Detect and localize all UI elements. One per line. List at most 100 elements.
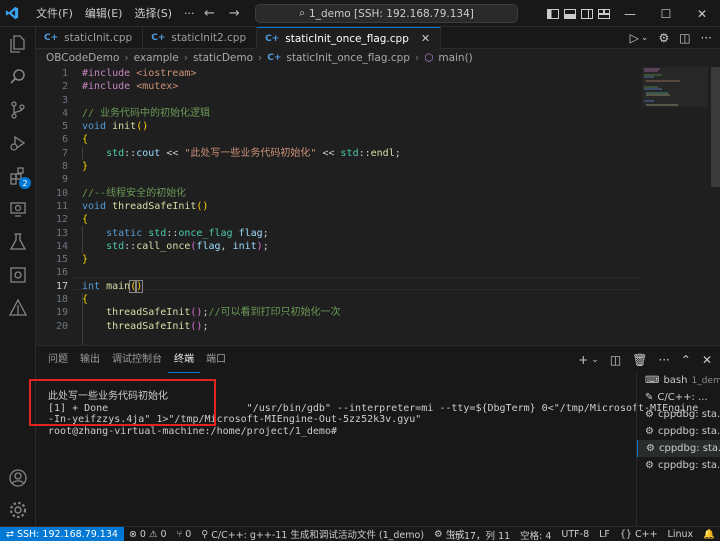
language-mode[interactable]: {} C++ — [615, 527, 663, 541]
toggle-secondary-sidebar-icon[interactable] — [578, 0, 595, 27]
terminal-list: ⌨ bash 1_demo ✎ C/C++: ... ⚙ cppdbg: sta… — [636, 372, 720, 527]
extensions-icon[interactable]: 2 — [0, 159, 36, 192]
menu-more[interactable]: ··· — [178, 0, 201, 27]
tab-debug-console[interactable]: 调试控制台 — [106, 346, 168, 373]
terminal-name: cppdbg: sta... — [657, 409, 720, 420]
run-debug-icon[interactable] — [0, 126, 36, 159]
tab-staticinit-once-flag[interactable]: C+ staticInit_once_flag.cpp ✕ — [257, 27, 442, 49]
close-icon[interactable]: ✕ — [684, 0, 720, 27]
toggle-sidebar-icon[interactable] — [544, 0, 561, 27]
tab-terminal[interactable]: 终端 — [168, 346, 200, 373]
line-number: 9 — [61, 174, 68, 186]
problems-status[interactable]: ⊗ 0 ⚠ 0 — [124, 527, 172, 541]
code-line: threadSafeInit();//可以看到打印只初始化一次 — [106, 307, 341, 319]
terminal-list-item[interactable]: ⚙ cppdbg: sta... — [637, 423, 720, 440]
source-control-icon[interactable] — [0, 93, 36, 126]
line-number: 4 — [61, 107, 68, 119]
terminal-list-item[interactable]: ⌨ bash 1_demo — [637, 372, 720, 389]
settings-icon[interactable]: ⚙ — [658, 31, 669, 45]
ports-status[interactable]: ⑂ 0 — [172, 527, 197, 541]
notifications-bell-icon[interactable]: 🔔 — [698, 527, 720, 541]
more-actions-icon[interactable]: ··· — [658, 353, 669, 367]
tab-problems[interactable]: 问题 — [42, 346, 74, 373]
editor-tabs: C+ staticInit.cpp C+ staticInit2.cpp C+ … — [36, 27, 720, 49]
scrollbar-thumb[interactable] — [711, 67, 720, 187]
split-terminal-icon[interactable]: ◫ — [610, 353, 621, 367]
tools-icon: ✎ — [645, 392, 654, 403]
menu-edit[interactable]: 编辑(E) — [79, 0, 129, 27]
bottom-panel: 问题 输出 调试控制台 终端 端口 + ⌄ ◫ 🗑 ··· ⌃ ✕ 此处写一些业… — [36, 345, 720, 527]
remote-label: SSH: 192.168.79.134 — [16, 528, 118, 540]
toggle-panel-icon[interactable] — [561, 0, 578, 27]
code-editor[interactable]: 1 2 3 4 5 6 7 8 9 10 11 12 13 14 15 16 1… — [36, 67, 640, 345]
line-number: 11 — [55, 200, 68, 212]
terminal-list-item[interactable]: ✎ C/C++: ... — [637, 389, 720, 406]
run-dropdown-chevron-icon[interactable]: ⌄ — [641, 33, 649, 43]
menu-file[interactable]: 文件(F) — [30, 0, 79, 27]
terminal-list-item[interactable]: ⚙ cppdbg: sta... — [637, 406, 720, 423]
breadcrumb-item[interactable]: main() — [438, 52, 472, 64]
encoding[interactable]: UTF-8 — [556, 527, 594, 541]
code-line: } — [82, 254, 89, 266]
breadcrumb-item[interactable]: staticDemo — [193, 52, 253, 64]
breadcrumb-item[interactable]: OBCodeDemo — [46, 52, 119, 64]
more-actions-icon[interactable]: ··· — [701, 31, 712, 45]
cpp-file-icon: C+ — [265, 33, 280, 44]
settings-gear-icon[interactable] — [0, 493, 36, 526]
maximize-icon[interactable]: ☐ — [648, 0, 684, 27]
terminal-name: cppdbg: sta... — [658, 443, 720, 454]
minimize-icon[interactable]: — — [612, 0, 648, 27]
terminal-dropdown-chevron-icon[interactable]: ⌄ — [591, 355, 599, 365]
debug-gear-icon: ⚙ — [645, 426, 654, 437]
line-number: 10 — [55, 187, 68, 199]
ports-count: 0 — [185, 528, 192, 540]
indentation[interactable]: 空格: 4 — [515, 527, 556, 541]
cmake-triangle-icon[interactable] — [0, 291, 36, 324]
code-line: { — [82, 294, 89, 306]
tab-output[interactable]: 输出 — [74, 346, 106, 373]
warning-count: 0 — [160, 528, 167, 540]
customize-layout-icon[interactable] — [595, 0, 612, 27]
menu-selection[interactable]: 选择(S) — [128, 0, 178, 27]
remote-indicator[interactable]: ⇄ SSH: 192.168.79.134 — [0, 526, 124, 541]
terminal-output[interactable]: 此处写一些业务代码初始化 [1] + Done "/usr/bin/gdb" -… — [48, 391, 698, 437]
terminal-line: 此处写一些业务代码初始化 — [48, 391, 168, 402]
run-file-icon[interactable]: ▷ — [630, 31, 639, 45]
terminal-list-item-selected[interactable]: ⚙ cppdbg: sta... — [637, 440, 720, 457]
back-arrow-icon[interactable]: ← — [204, 0, 215, 27]
split-editor-icon[interactable]: ◫ — [679, 31, 690, 45]
remote-explorer-icon[interactable] — [0, 192, 36, 225]
testing-icon[interactable] — [0, 225, 36, 258]
breadcrumb-item[interactable]: example — [134, 52, 179, 64]
line-number: 16 — [55, 267, 68, 279]
end-of-line[interactable]: LF — [594, 527, 615, 541]
function-symbol-icon: ⬡ — [424, 52, 434, 64]
minimap[interactable] — [640, 67, 710, 345]
terminal-name: cppdbg: sta... — [657, 460, 720, 471]
tab-staticinit[interactable]: C+ staticInit.cpp — [36, 27, 144, 49]
code-line: void init() — [82, 121, 149, 133]
terminal-list-item[interactable]: ⚙ cppdbg: sta... — [637, 457, 720, 474]
account-icon[interactable] — [0, 461, 36, 494]
forward-arrow-icon[interactable]: → — [229, 0, 240, 27]
code-line: #include <iostream> — [82, 68, 197, 79]
command-center[interactable]: ⌕ 1_demo [SSH: 192.168.79.134] — [255, 4, 518, 23]
search-sidebar-icon[interactable] — [0, 60, 36, 93]
tab-ports[interactable]: 端口 — [200, 346, 232, 373]
close-panel-icon[interactable]: ✕ — [702, 353, 712, 367]
debug-task-status[interactable]: ⚲ C/C++: g++-11 生成和调试活动文件 (1_demo) — [196, 527, 429, 541]
platform[interactable]: Linux — [663, 527, 699, 541]
close-tab-icon[interactable]: ✕ — [421, 32, 430, 45]
ports-icon: ⑂ — [176, 528, 183, 540]
breadcrumb-item[interactable]: staticInit_once_flag.cpp — [286, 52, 410, 64]
braces-icon: {} — [619, 529, 632, 540]
tab-staticinit2[interactable]: C+ staticInit2.cpp — [143, 27, 258, 49]
explorer-icon[interactable] — [0, 27, 36, 60]
maximize-panel-icon[interactable]: ⌃ — [681, 353, 691, 367]
cursor-position[interactable]: 行 17，列 11 — [446, 527, 515, 541]
cmake-icon[interactable] — [0, 258, 36, 291]
trash-icon[interactable]: 🗑 — [632, 353, 647, 367]
new-terminal-icon[interactable]: + — [578, 353, 588, 367]
editor-scrollbar[interactable] — [710, 67, 720, 345]
